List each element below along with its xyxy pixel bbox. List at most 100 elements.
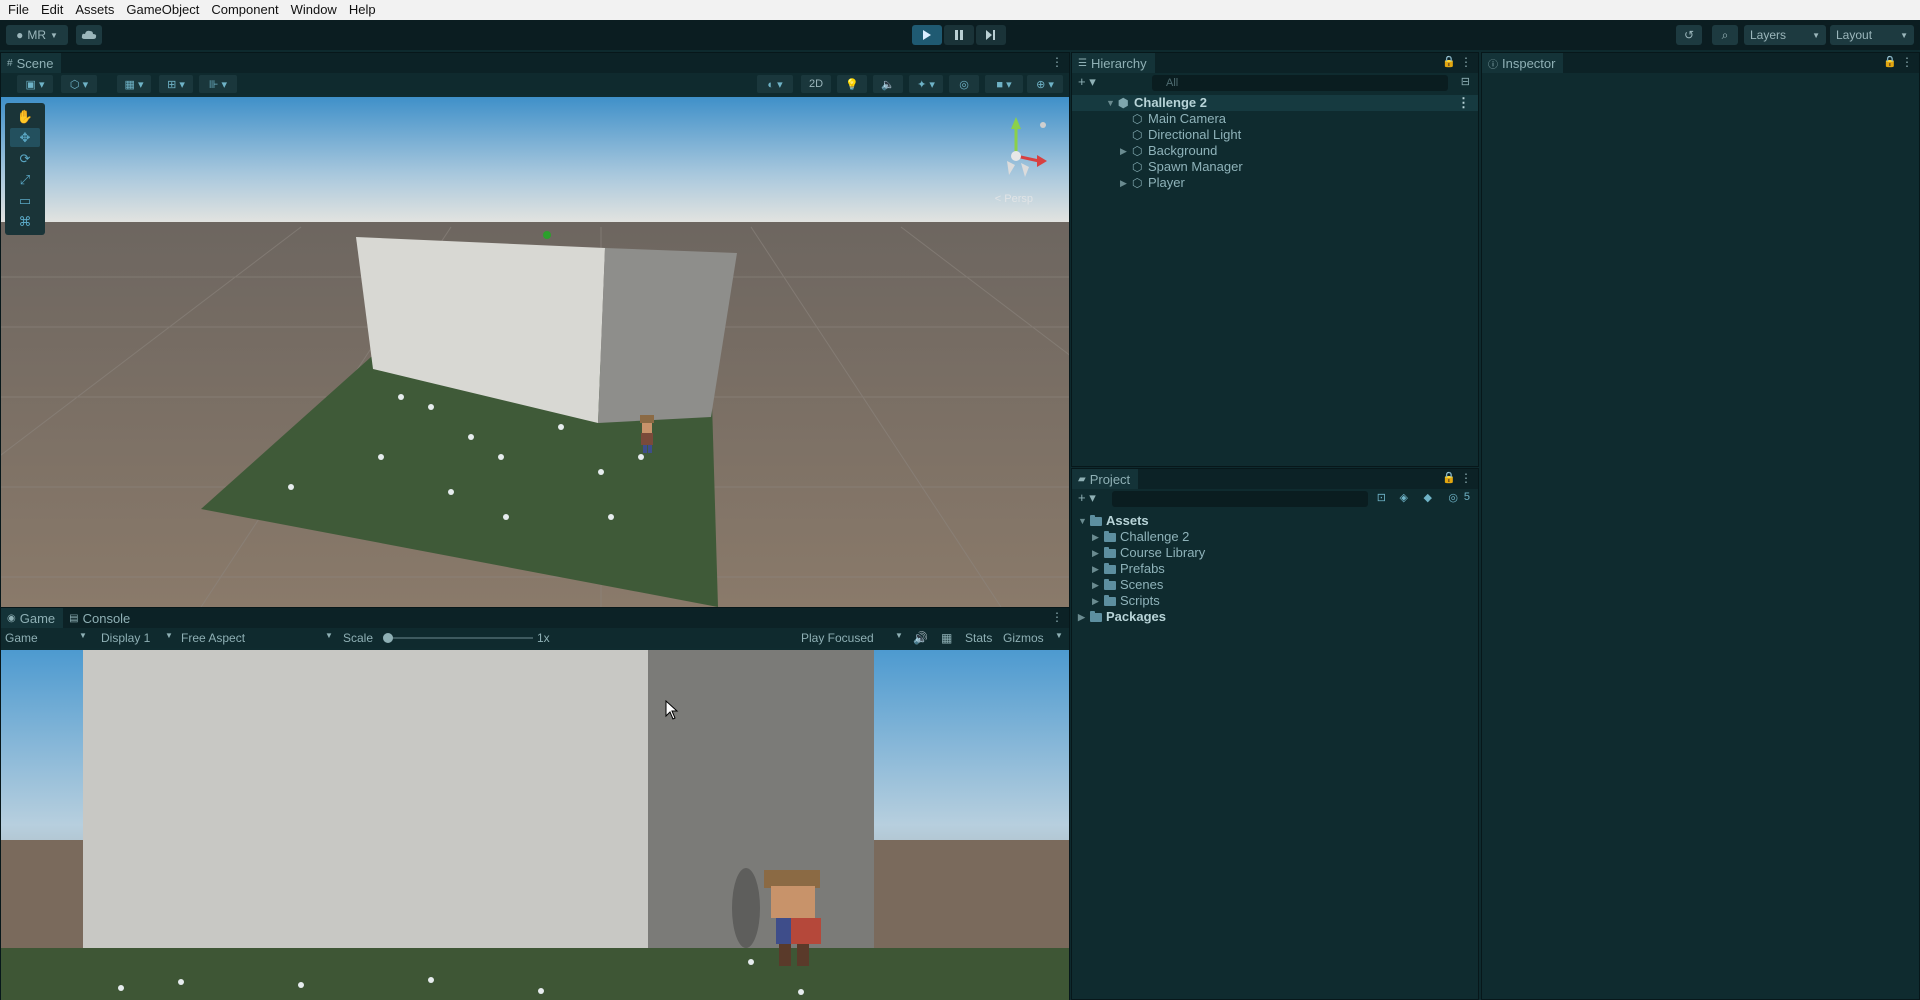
orientation-gizmo[interactable] — [981, 111, 1051, 191]
lock-icon[interactable]: 🔒 — [1883, 55, 1897, 68]
chevron-down-icon: ▼ — [165, 631, 173, 640]
mute-audio-icon[interactable]: 🔊 — [913, 631, 928, 645]
expand-arrow-icon[interactable]: ▶ — [1092, 561, 1099, 577]
hand-tool-icon[interactable]: ✋ — [10, 107, 40, 126]
expand-arrow-icon[interactable]: ▶ — [1078, 609, 1085, 625]
console-icon: ▤ — [69, 612, 79, 624]
tab-game[interactable]: ◉ Game — [1, 608, 64, 628]
display-dropdown[interactable]: Display 1 — [101, 631, 150, 645]
project-folder-course-library[interactable]: ▶ Course Library — [1072, 545, 1478, 561]
cloud-button[interactable] — [76, 25, 102, 45]
project-folder-scripts[interactable]: ▶ Scripts — [1072, 593, 1478, 609]
lighting-toggle[interactable]: 💡 — [837, 75, 867, 93]
add-icon[interactable]: + ▾ — [1078, 490, 1096, 506]
menu-component[interactable]: Component — [207, 0, 286, 20]
expand-arrow-icon[interactable]: ▼ — [1078, 513, 1087, 529]
tab-inspector[interactable]: ⓘ Inspector — [1482, 53, 1564, 73]
gameobject-icon: ⬡ — [1132, 176, 1143, 190]
expand-arrow-icon[interactable]: ▶ — [1092, 545, 1099, 561]
stats-button[interactable]: Stats — [965, 631, 992, 645]
hidden-packages-icon[interactable]: ◎ — [1448, 491, 1458, 504]
scene-root-row[interactable]: ▼ ⬢ Challenge 2 ⋮ — [1072, 95, 1478, 111]
scale-tool-icon[interactable]: ⤢ — [10, 170, 40, 189]
more-options-icon[interactable]: ⋮ — [1051, 610, 1063, 624]
step-button[interactable] — [976, 25, 1006, 45]
search-by-label-icon[interactable]: ◈ — [1400, 491, 1408, 504]
play-button[interactable] — [912, 25, 942, 45]
menu-gameobject[interactable]: GameObject — [122, 0, 207, 20]
hierarchy-item-background[interactable]: ▶ ⬡ Background — [1072, 143, 1478, 159]
add-icon[interactable]: + ▾ — [1078, 74, 1096, 90]
expand-arrow-icon[interactable]: ▶ — [1092, 529, 1099, 545]
scale-slider-handle[interactable] — [383, 633, 393, 643]
menu-window[interactable]: Window — [287, 0, 345, 20]
audio-toggle[interactable]: 🔈 — [873, 75, 903, 93]
scene-viewport[interactable]: ✋ ✥ ⟳ ⤢ ▭ ⌘ < Persp — [1, 97, 1069, 607]
transform-tool-icon[interactable]: ⌘ — [10, 212, 40, 231]
pause-icon — [955, 30, 963, 40]
effects-dropdown[interactable]: ✦ ▾ — [909, 75, 943, 93]
more-options-icon[interactable]: ⋮ — [1460, 55, 1472, 69]
more-options-icon[interactable]: ⋮ — [1901, 55, 1913, 69]
lock-icon[interactable]: 🔒 — [1442, 471, 1456, 484]
hidden-objects-toggle[interactable]: ◎ — [949, 75, 979, 93]
expand-arrow-icon[interactable]: ▶ — [1092, 577, 1099, 593]
tab-project[interactable]: ▰ Project — [1072, 469, 1139, 489]
persp-label[interactable]: < Persp — [995, 193, 1033, 205]
game-view-dropdown[interactable]: Game — [5, 631, 38, 645]
project-folder-challenge-2[interactable]: ▶ Challenge 2 — [1072, 529, 1478, 545]
game-viewport[interactable] — [1, 650, 1069, 1000]
expand-arrow-icon[interactable]: ▶ — [1120, 175, 1127, 191]
play-focused-dropdown[interactable]: Play Focused — [801, 631, 874, 645]
project-search-input[interactable] — [1112, 491, 1368, 507]
camera-dropdown[interactable]: ■ ▾ — [985, 75, 1023, 93]
view-options-dropdown[interactable]: ⬡ ▾ — [61, 75, 97, 93]
hierarchy-item-player[interactable]: ▶ ⬡ Player — [1072, 175, 1478, 191]
search-options-icon[interactable]: ⊟ — [1461, 75, 1470, 88]
orientation-dropdown[interactable]: ◐ ▾ — [757, 75, 793, 93]
favorite-icon[interactable]: ◆ — [1424, 491, 1432, 504]
menu-file[interactable]: File — [4, 0, 37, 20]
account-dropdown[interactable]: ● MR ▼ — [6, 25, 68, 45]
more-options-icon[interactable]: ⋮ — [1457, 95, 1470, 111]
grid-snap-dropdown[interactable]: ▦ ▾ — [117, 75, 151, 93]
tab-scene[interactable]: # Scene — [1, 53, 62, 73]
expand-arrow-icon[interactable]: ▼ — [1106, 95, 1115, 111]
hierarchy-search-input[interactable]: All — [1152, 75, 1448, 91]
project-item-assets[interactable]: ▼ Assets — [1072, 513, 1478, 529]
project-item-packages[interactable]: ▶ Packages — [1072, 609, 1478, 625]
project-folder-prefabs[interactable]: ▶ Prefabs — [1072, 561, 1478, 577]
expand-arrow-icon[interactable]: ▶ — [1092, 593, 1099, 609]
undo-history-button[interactable]: ↺ — [1676, 25, 1702, 45]
project-folder-scenes[interactable]: ▶ Scenes — [1072, 577, 1478, 593]
search-button[interactable]: ⌕ — [1712, 25, 1738, 45]
layout-dropdown[interactable]: Layout ▼ — [1830, 25, 1914, 45]
rect-tool-icon[interactable]: ▭ — [10, 191, 40, 210]
layers-dropdown[interactable]: Layers ▼ — [1744, 25, 1826, 45]
lock-icon[interactable]: 🔒 — [1442, 55, 1456, 68]
tab-console[interactable]: ▤ Console — [63, 608, 138, 628]
pause-button[interactable] — [944, 25, 974, 45]
hierarchy-item-directional-light[interactable]: ⬡ Directional Light — [1072, 127, 1478, 143]
tab-hierarchy[interactable]: ☰ Hierarchy — [1072, 53, 1155, 73]
menu-help[interactable]: Help — [345, 0, 384, 20]
2d-toggle[interactable]: 2D — [801, 75, 831, 93]
align-dropdown[interactable]: ⊪ ▾ — [199, 75, 237, 93]
aspect-dropdown[interactable]: Free Aspect — [181, 631, 245, 645]
more-options-icon[interactable]: ⋮ — [1460, 471, 1472, 485]
expand-arrow-icon[interactable]: ▶ — [1120, 143, 1127, 159]
hierarchy-item-spawn-manager[interactable]: ⬡ Spawn Manager — [1072, 159, 1478, 175]
gizmos-dropdown[interactable]: ⊕ ▾ — [1027, 75, 1063, 93]
menu-edit[interactable]: Edit — [37, 0, 71, 20]
gizmos-button[interactable]: Gizmos — [1003, 631, 1044, 645]
menu-assets[interactable]: Assets — [71, 0, 122, 20]
rotate-tool-icon[interactable]: ⟳ — [10, 149, 40, 168]
increment-snap-dropdown[interactable]: ⊞ ▾ — [159, 75, 193, 93]
more-options-icon[interactable]: ⋮ — [1051, 55, 1063, 69]
draw-mode-dropdown[interactable]: ▣ ▾ — [17, 75, 53, 93]
hierarchy-item-main-camera[interactable]: ⬡ Main Camera — [1072, 111, 1478, 127]
keyboard-shortcuts-icon[interactable]: ▦ — [941, 631, 952, 645]
search-by-type-icon[interactable]: ⊡ — [1377, 491, 1386, 504]
move-tool-icon[interactable]: ✥ — [10, 128, 40, 147]
scale-slider[interactable] — [383, 633, 533, 643]
